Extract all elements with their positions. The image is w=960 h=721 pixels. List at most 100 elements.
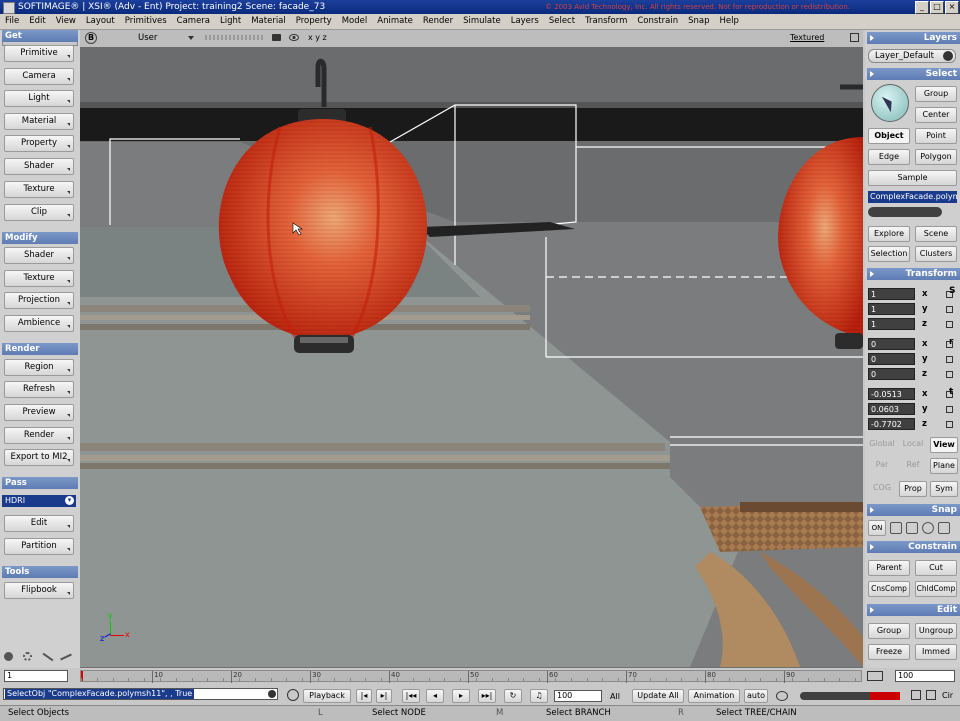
axis-lock-icon[interactable] — [946, 356, 953, 363]
audio-icon[interactable]: ♫ — [530, 689, 548, 703]
menu-camera[interactable]: Camera — [172, 14, 215, 29]
select-point-button[interactable]: Point — [915, 128, 957, 144]
render-preview-button[interactable]: Preview — [4, 404, 74, 421]
rotate-letter[interactable]: r — [949, 337, 953, 347]
timeline-end-icon[interactable] — [867, 671, 883, 681]
ungroup-button[interactable]: Ungroup — [915, 623, 957, 639]
play-forward-icon[interactable]: ▸ — [452, 689, 470, 703]
select-header[interactable]: Select — [867, 68, 960, 80]
global-button[interactable]: Global — [868, 437, 896, 453]
timeline-ruler[interactable]: 10 20 30 40 50 60 70 80 90 — [80, 670, 862, 683]
select-center-button[interactable]: Center — [915, 107, 957, 123]
selection-slider[interactable] — [868, 207, 942, 217]
close-button[interactable]: × — [945, 1, 959, 14]
menu-property[interactable]: Property — [291, 14, 337, 29]
maximize-button[interactable]: □ — [930, 1, 944, 14]
3d-viewport[interactable]: y x z — [80, 47, 863, 668]
first-frame-icon[interactable]: |◂◂ — [402, 689, 420, 703]
section-pass-header[interactable]: Pass — [2, 477, 78, 489]
snap-point-icon[interactable] — [890, 522, 902, 534]
get-clip-button[interactable]: Clip — [4, 204, 74, 221]
previous-key-icon[interactable]: |◂ — [356, 689, 372, 703]
cnscomp-button[interactable]: CnsComp — [868, 581, 910, 597]
scale-letter[interactable]: S — [949, 286, 955, 296]
gear-icon[interactable] — [23, 652, 32, 661]
cir-label[interactable]: Cir — [942, 691, 953, 700]
scale-z-field[interactable]: 1 — [868, 318, 915, 330]
snap-surface-icon[interactable] — [938, 522, 950, 534]
menu-light[interactable]: Light — [215, 14, 246, 29]
explore-button[interactable]: Explore — [868, 226, 910, 242]
section-modify-header[interactable]: Modify — [2, 232, 78, 244]
menu-material[interactable]: Material — [246, 14, 291, 29]
freeze-button[interactable]: Freeze — [868, 644, 910, 660]
menu-render[interactable]: Render — [418, 14, 458, 29]
translate-z-field[interactable]: -0.7702 — [868, 418, 915, 430]
view-button[interactable]: View — [930, 437, 958, 453]
next-key-icon[interactable]: ▸| — [376, 689, 392, 703]
select-polygon-button[interactable]: Polygon — [915, 149, 957, 165]
update-all-button[interactable]: Update All — [632, 689, 684, 703]
render-refresh-button[interactable]: Refresh — [4, 381, 74, 398]
translate-x-axis-label[interactable]: x — [922, 388, 927, 400]
script-editor-icon[interactable] — [287, 689, 299, 701]
parent-button[interactable]: Parent — [868, 560, 910, 576]
rotate-z-field[interactable]: 0 — [868, 368, 915, 380]
translate-y-axis-label[interactable]: y — [922, 403, 928, 415]
render-region-button[interactable]: Region — [4, 359, 74, 376]
menu-snap[interactable]: Snap — [683, 14, 714, 29]
tool-icon-b[interactable] — [926, 690, 936, 700]
tool-icon-a[interactable] — [911, 690, 921, 700]
scale-y-axis-label[interactable]: y — [922, 303, 928, 315]
scale-x-axis-label[interactable]: x — [922, 288, 927, 300]
rotate-y-axis-label[interactable]: y — [922, 353, 928, 365]
menu-primitives[interactable]: Primitives — [120, 14, 172, 29]
translate-z-axis-label[interactable]: z — [922, 418, 927, 430]
axis-lock-icon[interactable] — [946, 306, 953, 313]
chldcomp-button[interactable]: ChldComp — [915, 581, 957, 597]
eye-icon[interactable] — [289, 34, 299, 41]
get-camera-button[interactable]: Camera — [4, 68, 74, 85]
translate-y-field[interactable]: 0.0603 — [868, 403, 915, 415]
selected-object-field[interactable]: ComplexFacade.polymsh11 — [868, 191, 957, 203]
render-export-to-mi2-button[interactable]: Export to MI2 — [4, 449, 74, 466]
selection-button[interactable]: Selection — [868, 246, 910, 262]
current-frame-field[interactable]: 100 — [554, 690, 602, 702]
rotate-x-field[interactable]: 0 — [868, 338, 915, 350]
immed-button[interactable]: Immed — [915, 644, 957, 660]
pass-edit-button[interactable]: Edit — [4, 515, 74, 532]
get-texture-button[interactable]: Texture — [4, 181, 74, 198]
constrain-header[interactable]: Constrain — [867, 541, 960, 553]
menu-animate[interactable]: Animate — [372, 14, 418, 29]
axis-lock-icon[interactable] — [946, 321, 953, 328]
menu-simulate[interactable]: Simulate — [458, 14, 506, 29]
render-render-button[interactable]: Render — [4, 427, 74, 444]
camera-selector[interactable]: User — [110, 32, 200, 44]
section-render-header[interactable]: Render — [2, 343, 78, 355]
modify-ambience-button[interactable]: Ambience — [4, 315, 74, 332]
maximize-viewport-icon[interactable] — [850, 33, 859, 42]
playback-button[interactable]: Playback — [303, 689, 351, 703]
menu-transform[interactable]: Transform — [580, 14, 632, 29]
key-icon[interactable] — [776, 691, 788, 701]
menu-edit[interactable]: Edit — [24, 14, 50, 29]
scale-z-axis-label[interactable]: z — [922, 318, 927, 330]
section-get-header[interactable]: Get — [2, 30, 78, 42]
get-shader-button[interactable]: Shader — [4, 158, 74, 175]
pass-partition-button[interactable]: Partition — [4, 538, 74, 555]
menu-file[interactable]: File — [0, 14, 24, 29]
cut-button[interactable]: Cut — [915, 560, 957, 576]
section-tools-header[interactable]: Tools — [2, 566, 78, 578]
clusters-button[interactable]: Clusters — [915, 246, 957, 262]
menu-select[interactable]: Select — [544, 14, 580, 29]
edit-header[interactable]: Edit — [867, 604, 960, 616]
layers-header[interactable]: Layers — [867, 32, 960, 44]
auto-key-button[interactable]: auto — [744, 689, 768, 703]
par-button[interactable]: Par — [868, 458, 896, 474]
get-property-button[interactable]: Property — [4, 135, 74, 152]
snap-grid-icon[interactable] — [906, 522, 918, 534]
axis-filter-labels[interactable]: x y z — [308, 33, 327, 42]
brush-icon[interactable] — [42, 652, 54, 662]
pass-selector[interactable]: HDRI ▾ — [2, 495, 76, 507]
axis-lock-icon[interactable] — [946, 371, 953, 378]
